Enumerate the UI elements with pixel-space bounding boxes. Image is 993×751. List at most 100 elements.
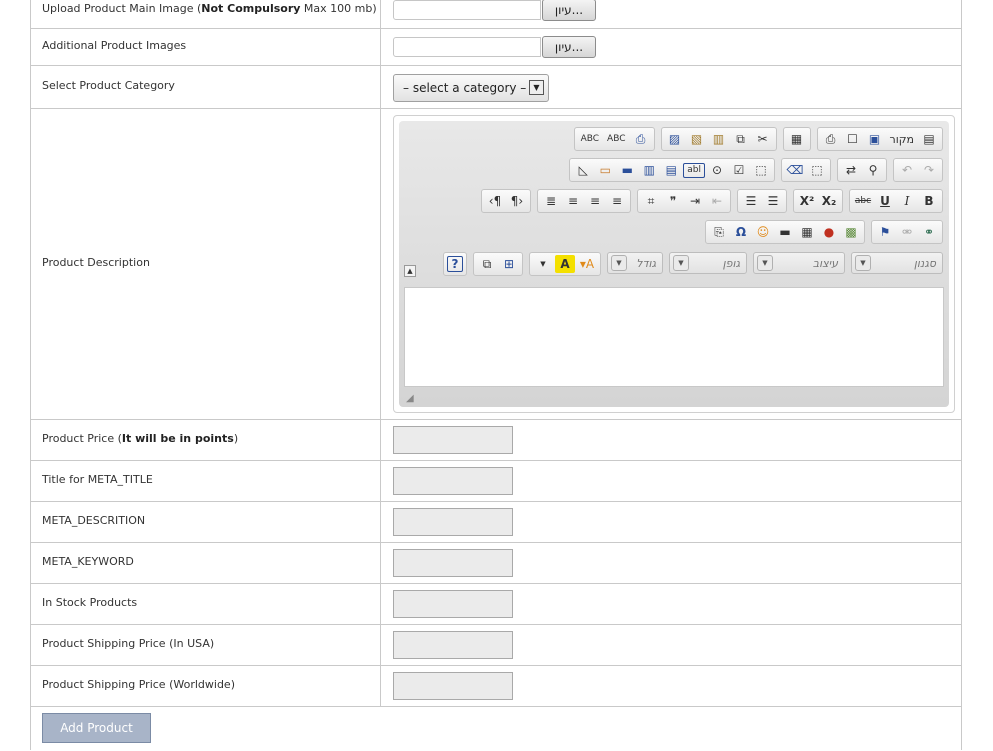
row-in-stock: In Stock Products [30, 584, 962, 625]
toolbar-group-align: ≡ ≡ ≡ ≣ [537, 189, 631, 213]
chevron-down-icon: ▼ [855, 255, 871, 271]
meta-keyword-input[interactable] [393, 549, 513, 577]
outdent-icon[interactable]: ⇤ [707, 192, 727, 210]
bg-color-icon[interactable]: ▾A [577, 255, 597, 273]
anchor-icon[interactable]: ⚑ [875, 223, 895, 241]
indent-icon[interactable]: ⇥ [685, 192, 705, 210]
additional-images-file-input[interactable] [393, 37, 541, 57]
shipping-worldwide-input[interactable] [393, 672, 513, 700]
toolbar-group-help: ? [443, 252, 467, 276]
align-center-icon[interactable]: ≡ [585, 192, 605, 210]
source-button[interactable]: מקור [887, 130, 917, 148]
shipping-usa-input[interactable] [393, 631, 513, 659]
textfield-icon[interactable]: abl [683, 162, 705, 178]
print-icon[interactable]: ⎙ [631, 130, 651, 148]
toolbar-group-spell: ⎙ ABC ABC [573, 127, 655, 151]
toolbar-group-select: ⬚ ⌫ [781, 158, 831, 182]
source-icon[interactable]: ▤ [919, 130, 939, 148]
additional-images-browse-button[interactable]: עיון... [542, 36, 596, 58]
italic-button[interactable]: I [897, 192, 917, 210]
meta-title-input[interactable] [393, 467, 513, 495]
bold-button[interactable]: B [919, 192, 939, 210]
templates-icon[interactable]: ▦ [787, 130, 807, 148]
special-char-button[interactable]: Ω [731, 223, 751, 241]
find-icon[interactable]: ⚲ [863, 161, 883, 179]
textarea-icon[interactable]: ▤ [661, 161, 681, 179]
size-combo[interactable]: ▼ גודל [607, 252, 663, 274]
row-price: Product Price (It will be in points) [30, 420, 962, 461]
new-page-icon[interactable]: ☐ [843, 130, 863, 148]
rtl-icon[interactable]: ‹¶ [485, 192, 505, 210]
table-icon[interactable]: ▦ [797, 223, 817, 241]
paste-word-icon[interactable]: ▨ [665, 130, 685, 148]
category-select[interactable]: – select a category – ▼ [393, 74, 549, 102]
align-right-icon[interactable]: ≡ [563, 192, 583, 210]
redo-icon[interactable]: ↷ [919, 161, 939, 179]
price-input[interactable] [393, 426, 513, 454]
radio-icon[interactable]: ⊙ [707, 161, 727, 179]
toolbar-group-forms: ⬚ ☑ ⊙ abl ▤ ▥ ▬ ▭ ◺ [569, 158, 775, 182]
show-blocks-icon[interactable]: ⧉ [477, 255, 497, 273]
flash-icon[interactable]: ● [819, 223, 839, 241]
hidden-field-icon[interactable]: ◺ [573, 161, 593, 179]
preview-icon[interactable]: ⎙ [821, 130, 841, 148]
save-icon[interactable]: ▣ [865, 130, 885, 148]
help-button[interactable]: ? [447, 256, 463, 272]
replace-icon[interactable]: ⇄ [841, 161, 861, 179]
toolbar-row-2: ↷ ↶ ⚲ ⇄ ⬚ ⌫ ⬚ ☑ ⊙ abl ▤ ▥ ▬ ▭ ◺ [569, 158, 943, 182]
toolbar-group-tools: ⊞ ⧉ [473, 252, 523, 276]
meta-description-input[interactable] [393, 508, 513, 536]
numbered-list-icon[interactable]: ☰ [763, 192, 783, 210]
bulleted-list-icon[interactable]: ☰ [741, 192, 761, 210]
superscript-button[interactable]: X² [797, 192, 817, 210]
blockquote-icon[interactable]: ❞ [663, 192, 683, 210]
div-container-icon[interactable]: ⌗ [641, 192, 661, 210]
toolbar-group-templates: ▦ [782, 127, 811, 151]
align-left-icon[interactable]: ≡ [607, 192, 627, 210]
row-additional-images: Additional Product Images עיון... [30, 29, 962, 66]
add-product-button[interactable]: Add Product [42, 713, 151, 743]
text-color-button[interactable]: A [555, 255, 575, 273]
cut-icon[interactable]: ✂ [753, 130, 773, 148]
page-break-icon[interactable]: ⎘ [709, 223, 729, 241]
undo-icon[interactable]: ↶ [897, 161, 917, 179]
strike-button[interactable]: abc [853, 192, 873, 210]
align-justify-icon[interactable]: ≣ [541, 192, 561, 210]
color-dropdown-icon[interactable]: ▼ [533, 255, 553, 273]
unlink-icon[interactable]: ⚮ [897, 223, 917, 241]
ltr-icon[interactable]: ¶› [507, 192, 527, 210]
main-image-browse-button[interactable]: עיון... [542, 0, 596, 21]
in-stock-input[interactable] [393, 590, 513, 618]
row-meta-keyword: META_KEYWORD [30, 543, 962, 584]
select-all-icon[interactable]: ⬚ [807, 161, 827, 179]
toolbar-row-1: ▤ מקור ▣ ☐ ⎙ ▦ ✂ ⧉ ▥ ▧ ▨ ⎙ ABC ABC [573, 127, 943, 151]
link-icon[interactable]: ⚭ [919, 223, 939, 241]
image-button-icon[interactable]: ▭ [595, 161, 615, 179]
spellcheck-as-you-type-icon[interactable]: ABC [578, 130, 602, 148]
resize-grip-icon[interactable]: ◢ [406, 394, 417, 404]
image-icon[interactable]: ▩ [841, 223, 861, 241]
style-combo[interactable]: ▼ סגנון [851, 252, 943, 274]
main-image-file-input[interactable] [393, 0, 541, 20]
select-field-icon[interactable]: ▥ [639, 161, 659, 179]
paste-icon[interactable]: ▥ [709, 130, 729, 148]
maximize-icon[interactable]: ⊞ [499, 255, 519, 273]
collapse-toolbar-icon[interactable]: ▲ [404, 265, 416, 277]
form-icon[interactable]: ⬚ [751, 161, 771, 179]
spellcheck-icon[interactable]: ABC [604, 130, 628, 148]
subscript-button[interactable]: X₂ [819, 192, 839, 210]
toolbar-group-find: ⚲ ⇄ [837, 158, 887, 182]
checkbox-icon[interactable]: ☑ [729, 161, 749, 179]
meta-keyword-label: META_KEYWORD [42, 555, 134, 568]
font-combo[interactable]: ▼ גופן [669, 252, 747, 274]
copy-icon[interactable]: ⧉ [731, 130, 751, 148]
button-field-icon[interactable]: ▬ [617, 161, 637, 179]
underline-button[interactable]: U [875, 192, 895, 210]
format-combo[interactable]: ▼ עיצוב [753, 252, 845, 274]
remove-format-icon[interactable]: ⌫ [785, 161, 805, 179]
smiley-icon[interactable]: ☺ [753, 223, 773, 241]
paste-text-icon[interactable]: ▧ [687, 130, 707, 148]
horizontal-rule-icon[interactable]: ▬ [775, 223, 795, 241]
editor-content-area[interactable] [404, 287, 944, 387]
row-meta-description: META_DESCRITION [30, 502, 962, 543]
